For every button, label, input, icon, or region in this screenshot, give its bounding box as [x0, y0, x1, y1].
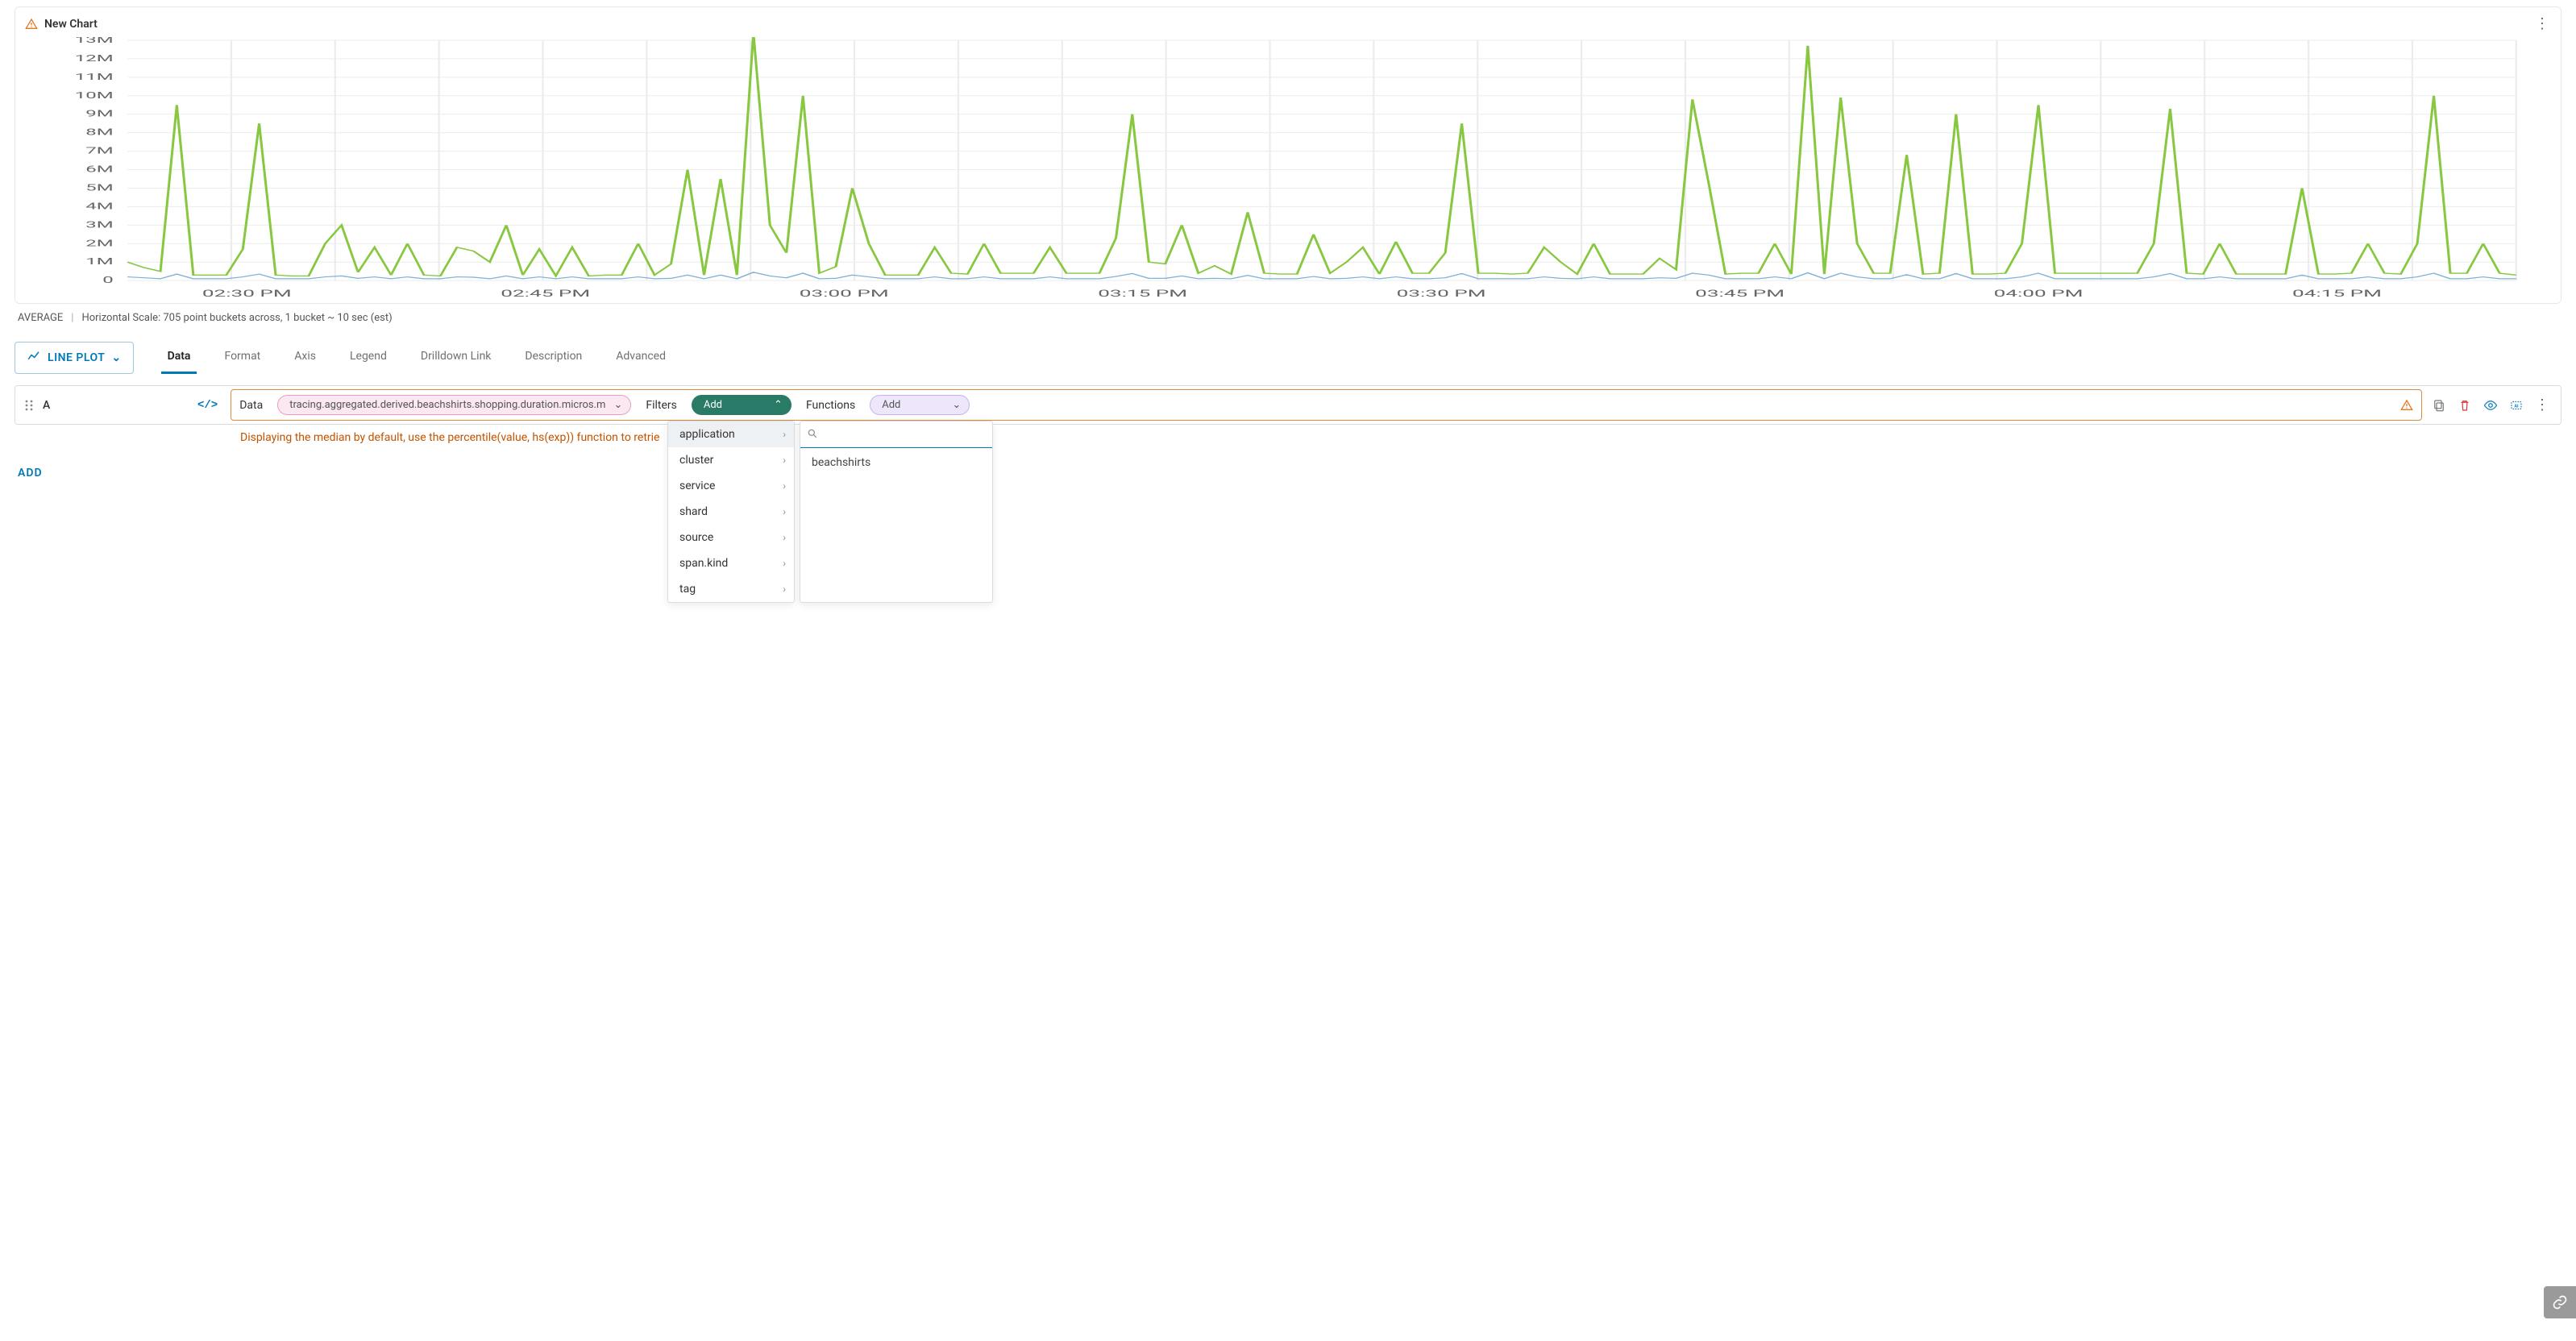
query-letter: A	[43, 399, 67, 412]
tab-description[interactable]: Description	[523, 342, 584, 374]
filter-key-cluster[interactable]: cluster›	[668, 447, 794, 473]
plot-type-dropdown[interactable]: LINE PLOT ⌄	[15, 342, 134, 374]
tab-drilldown-link[interactable]: Drilldown Link	[419, 342, 493, 374]
query-actions: AI ⋮	[2425, 396, 2561, 413]
filter-key-service[interactable]: service›	[668, 473, 794, 499]
filters-add-chip[interactable]: Add ⌃	[692, 395, 791, 415]
svg-text:13M: 13M	[75, 37, 114, 45]
functions-section-label: Functions	[806, 399, 855, 412]
filters-dropdown: application›cluster›service›shard›source…	[667, 421, 993, 603]
copy-button[interactable]	[2432, 398, 2446, 413]
svg-text:10M: 10M	[75, 90, 114, 101]
filter-search-input[interactable]	[800, 421, 992, 448]
chevron-down-icon: ⌄	[111, 351, 121, 364]
functions-add-label: Add	[882, 399, 900, 411]
svg-text:4M: 4M	[85, 201, 113, 211]
svg-text:2M: 2M	[85, 238, 113, 248]
code-toggle-button[interactable]: </>	[188, 399, 227, 412]
line-plot-icon	[27, 349, 41, 367]
svg-text:1M: 1M	[85, 256, 113, 267]
svg-text:7M: 7M	[85, 146, 113, 156]
filter-key-application[interactable]: application›	[668, 421, 794, 447]
add-query-button[interactable]: ADD	[18, 467, 43, 480]
tab-data[interactable]: Data	[166, 342, 193, 374]
filter-key-source[interactable]: source›	[668, 525, 794, 550]
svg-text:8M: 8M	[85, 127, 113, 138]
data-section-label: Data	[239, 399, 263, 412]
search-icon	[807, 428, 818, 442]
svg-text:12M: 12M	[75, 53, 114, 64]
query-builder: Data tracing.aggregated.derived.beachshi…	[231, 389, 2422, 421]
svg-text:0: 0	[102, 275, 113, 285]
chevron-up-icon: ⌃	[774, 399, 783, 411]
svg-text:02:30 PM: 02:30 PM	[202, 288, 292, 299]
warning-icon	[25, 18, 38, 31]
footer-separator: |	[71, 312, 73, 324]
visibility-button[interactable]	[2483, 398, 2498, 413]
tab-axis[interactable]: Axis	[293, 342, 318, 374]
svg-text:AI: AI	[2514, 404, 2519, 409]
svg-text:3M: 3M	[85, 219, 113, 230]
filter-option[interactable]: beachshirts	[800, 448, 992, 477]
tab-legend[interactable]: Legend	[348, 342, 388, 374]
filter-key-shard[interactable]: shard›	[668, 499, 794, 525]
svg-text:04:15 PM: 04:15 PM	[2292, 288, 2382, 299]
delete-button[interactable]	[2458, 398, 2472, 413]
plot-type-label: LINE PLOT	[48, 351, 105, 364]
functions-add-chip[interactable]: Add ⌄	[870, 395, 970, 415]
chart-plot[interactable]: 0 1M 2M 3M 4M 5M 6M 7M 8M 9M 10M 11M 12M 13M 02:30 PM 0…	[15, 37, 2561, 303]
svg-text:5M: 5M	[85, 182, 113, 193]
ai-assist-button[interactable]: AI	[2509, 398, 2524, 413]
query-row: A </> Data tracing.aggregated.derived.be…	[15, 385, 2561, 425]
filter-key-tag[interactable]: tag›	[668, 576, 794, 602]
chart-title: New Chart	[44, 18, 98, 31]
chart-card: New Chart ⋮ 0 1M 2M 3M 4M 5M 6M 7M 8M 9M 10M 11M 12M…	[15, 6, 2561, 304]
builder-message: Displaying the median by default, use th…	[240, 431, 2561, 444]
chart-header: New Chart ⋮	[15, 7, 2561, 37]
filters-add-label: Add	[704, 399, 722, 411]
chevron-down-icon: ⌄	[952, 399, 961, 411]
tab-format[interactable]: Format	[222, 342, 262, 374]
chart-menu-button[interactable]: ⋮	[2535, 15, 2551, 32]
svg-text:9M: 9M	[85, 109, 113, 119]
warning-icon	[2400, 399, 2413, 412]
data-chip-value: tracing.aggregated.derived.beachshirts.s…	[289, 399, 605, 411]
svg-text:04:00 PM: 04:00 PM	[1994, 288, 2084, 299]
footer-mode: AVERAGE	[18, 312, 63, 324]
footer-scale-text: Horizontal Scale: 705 point buckets acro…	[81, 312, 392, 324]
tab-advanced[interactable]: Advanced	[614, 342, 667, 374]
svg-text:11M: 11M	[75, 72, 114, 82]
chevron-down-icon: ⌄	[613, 399, 622, 411]
filter-key-span-kind[interactable]: span.kind›	[668, 550, 794, 576]
svg-text:03:30 PM: 03:30 PM	[1397, 288, 1486, 299]
row-menu-button[interactable]: ⋮	[2535, 396, 2549, 413]
filters-section-label: Filters	[646, 399, 677, 412]
chart-footer: AVERAGE | Horizontal Scale: 705 point bu…	[15, 304, 2561, 327]
svg-text:03:00 PM: 03:00 PM	[800, 288, 889, 299]
svg-text:02:45 PM: 02:45 PM	[501, 288, 590, 299]
toolbar-row: LINE PLOT ⌄ Data Format Axis Legend Drilldow…	[15, 342, 2561, 374]
svg-text:03:45 PM: 03:45 PM	[1695, 288, 1785, 299]
filter-values-panel: beachshirts	[800, 421, 993, 603]
svg-text:03:15 PM: 03:15 PM	[1098, 288, 1187, 299]
drag-handle-icon[interactable]	[15, 399, 43, 412]
tabs: Data Format Axis Legend Drilldown Link Descri…	[166, 342, 2561, 374]
svg-text:6M: 6M	[85, 164, 113, 175]
data-chip[interactable]: tracing.aggregated.derived.beachshirts.s…	[277, 395, 631, 415]
filter-keys-panel: application›cluster›service›shard›source…	[667, 421, 795, 603]
link-fab-button[interactable]	[2544, 1286, 2576, 1318]
